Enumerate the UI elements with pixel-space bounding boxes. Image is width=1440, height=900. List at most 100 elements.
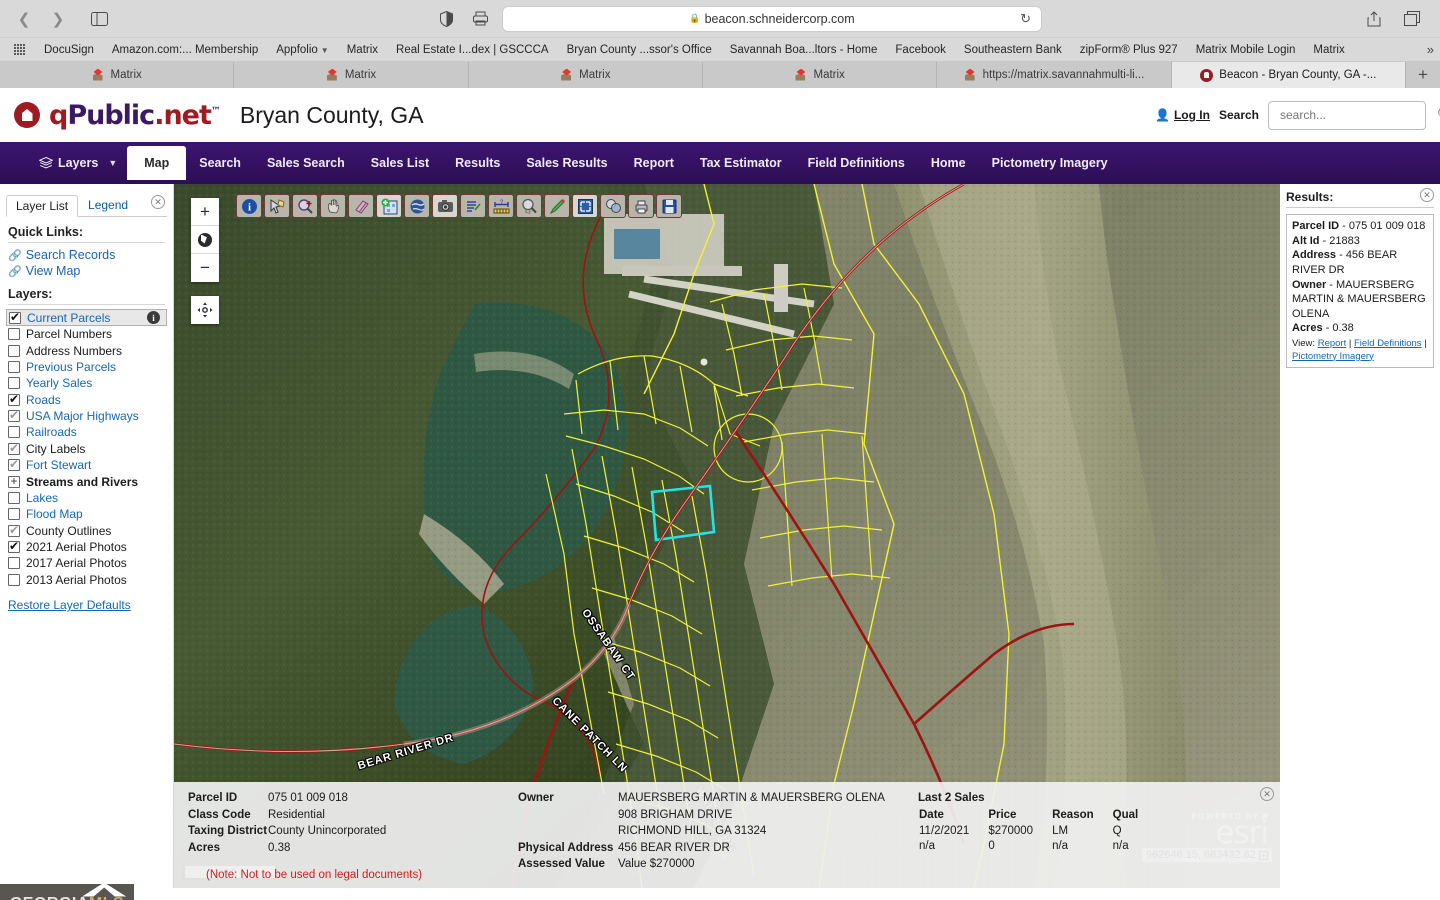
- layer-checkbox[interactable]: [8, 491, 20, 504]
- reload-icon[interactable]: ↻: [1020, 11, 1031, 27]
- layer-checkbox[interactable]: [8, 328, 20, 341]
- layer-item-roads[interactable]: Roads: [0, 392, 173, 408]
- layer-item-fort-stewart[interactable]: Fort Stewart: [0, 457, 173, 473]
- layer-item-lakes[interactable]: Lakes: [0, 490, 173, 506]
- bookmark-facebook[interactable]: Facebook: [886, 44, 955, 56]
- layer-item-flood-map[interactable]: Flood Map: [0, 506, 173, 522]
- layer-checkbox[interactable]: [8, 392, 20, 406]
- home-extent-button[interactable]: [191, 226, 219, 254]
- layer-item-yearly-sales[interactable]: Yearly Sales: [0, 375, 173, 391]
- apps-grid-icon[interactable]: [14, 44, 25, 55]
- browser-tab-3[interactable]: Matrix: [468, 62, 703, 88]
- bookmark-matrix-mobile-login[interactable]: Matrix Mobile Login: [1187, 44, 1305, 56]
- bookmarks-overflow-icon[interactable]: »: [1427, 42, 1434, 57]
- nav-item-search[interactable]: Search: [186, 142, 254, 184]
- address-bar[interactable]: 🔒 beacon.schneidercorp.com ↻: [502, 5, 1042, 32]
- legend-list-icon[interactable]: [460, 194, 486, 218]
- zoom-out-button[interactable]: −: [191, 254, 219, 282]
- layer-checkbox[interactable]: [8, 360, 20, 373]
- layer-checkbox[interactable]: [8, 457, 20, 472]
- layer-item-2017-aerial-photos[interactable]: 2017 Aerial Photos: [0, 555, 173, 571]
- select-features-icon[interactable]: [264, 194, 290, 218]
- zoom-in-tool-icon[interactable]: [292, 194, 318, 218]
- restore-layer-defaults-link[interactable]: Restore Layer Defaults: [0, 588, 173, 612]
- bookmark-amazon[interactable]: Amazon.com:... Membership: [103, 44, 267, 56]
- quick-link-view-map[interactable]: 🔗 View Map: [0, 263, 173, 279]
- layer-item-2021-aerial-photos[interactable]: 2021 Aerial Photos: [0, 539, 173, 555]
- basemap-globe-icon[interactable]: [404, 194, 430, 218]
- identify-info-icon[interactable]: i: [236, 194, 262, 218]
- back-arrow-icon[interactable]: ❮: [10, 6, 38, 32]
- bookmark-savannah-realtors[interactable]: Savannah Boa...ltors - Home: [721, 44, 887, 56]
- eraser-clear-icon[interactable]: [348, 194, 374, 218]
- browser-tab-5[interactable]: https://matrix.savannahmulti-li...: [937, 62, 1172, 88]
- layer-item-city-labels[interactable]: City Labels: [0, 441, 173, 457]
- nav-item-sales-list[interactable]: Sales List: [358, 142, 442, 184]
- nav-item-pictometry-imagery[interactable]: Pictometry Imagery: [979, 142, 1121, 184]
- layer-checkbox[interactable]: [8, 408, 20, 423]
- bookmark-zipform[interactable]: zipForm® Plus 927: [1071, 44, 1187, 56]
- layer-item-current-parcels[interactable]: Current Parcels i: [6, 309, 167, 326]
- result-link-pictometry-imagery[interactable]: Pictometry Imagery: [1292, 351, 1374, 362]
- close-icon[interactable]: ✕: [151, 195, 165, 209]
- forward-arrow-icon[interactable]: ❯: [44, 6, 72, 32]
- close-icon[interactable]: ✕: [1420, 188, 1434, 202]
- nav-item-sales-search[interactable]: Sales Search: [254, 142, 358, 184]
- layer-checkbox[interactable]: [8, 523, 20, 537]
- login-link[interactable]: 👤 Log In: [1155, 108, 1210, 122]
- bookmark-matrix-2[interactable]: Matrix: [1304, 44, 1353, 56]
- pan-hand-icon[interactable]: [320, 194, 346, 218]
- zoom-in-button[interactable]: +: [191, 198, 219, 226]
- print-map-icon[interactable]: [628, 194, 654, 218]
- nav-item-tax-estimator[interactable]: Tax Estimator: [687, 142, 795, 184]
- pan-control-button[interactable]: [191, 296, 219, 324]
- close-icon[interactable]: ✕: [1260, 787, 1274, 801]
- layer-item-previous-parcels[interactable]: Previous Parcels: [0, 359, 173, 375]
- save-map-icon[interactable]: [656, 194, 682, 218]
- layer-checkbox[interactable]: [8, 573, 20, 586]
- bookmark-bryan-county-assessor[interactable]: Bryan County ...ssor's Office: [558, 44, 721, 56]
- draw-markup-icon[interactable]: [544, 194, 570, 218]
- measure-tool-icon[interactable]: ?: [488, 194, 514, 218]
- result-link-field-definitions[interactable]: Field Definitions: [1354, 338, 1422, 349]
- layer-checkbox[interactable]: [8, 539, 20, 554]
- new-tab-button[interactable]: +: [1405, 62, 1440, 88]
- layer-checkbox[interactable]: [8, 377, 20, 390]
- bookmark-docusign[interactable]: DocuSign: [35, 44, 103, 56]
- browser-tab-2[interactable]: Matrix: [234, 62, 469, 88]
- nav-layers-button[interactable]: Layers: [26, 142, 102, 184]
- nav-item-field-definitions[interactable]: Field Definitions: [795, 142, 918, 184]
- print-icon[interactable]: [468, 7, 492, 31]
- info-icon[interactable]: i: [147, 311, 160, 324]
- privacy-shield-icon[interactable]: [434, 7, 458, 31]
- add-layer-icon[interactable]: [376, 194, 402, 218]
- layer-item-streams-and-rivers[interactable]: Streams and Rivers: [0, 473, 173, 489]
- share-icon[interactable]: [1362, 7, 1386, 31]
- layer-item-address-numbers[interactable]: Address Numbers: [0, 342, 173, 358]
- buffer-select-icon[interactable]: [600, 194, 626, 218]
- bookmark-matrix-1[interactable]: Matrix: [338, 44, 387, 56]
- nav-item-results[interactable]: Results: [442, 142, 513, 184]
- expand-icon[interactable]: [8, 474, 20, 488]
- nav-item-report[interactable]: Report: [621, 142, 687, 184]
- browser-tab-1[interactable]: Matrix: [0, 62, 235, 88]
- layer-checkbox[interactable]: [8, 508, 20, 521]
- zoom-query-icon[interactable]: x,y: [516, 194, 542, 218]
- nav-layers-chevron-down-icon[interactable]: ▼: [102, 142, 127, 184]
- layer-checkbox[interactable]: [8, 426, 20, 439]
- camera-imagery-icon[interactable]: [432, 194, 458, 218]
- layer-checkbox[interactable]: [8, 557, 20, 570]
- bookmark-southeastern-bank[interactable]: Southeastern Bank: [955, 44, 1071, 56]
- result-card[interactable]: Parcel ID - 075 01 009 018 Alt Id - 2188…: [1286, 214, 1434, 369]
- bookmark-appfolio[interactable]: Appfolio ▼: [267, 44, 337, 56]
- tab-overview-icon[interactable]: [1400, 7, 1424, 31]
- tab-layer-list[interactable]: Layer List: [6, 195, 79, 217]
- browser-tab-6-beacon[interactable]: Beacon - Bryan County, GA -...: [1171, 62, 1406, 88]
- layer-checkbox[interactable]: [9, 310, 21, 324]
- layer-item-2013-aerial-photos[interactable]: 2013 Aerial Photos: [0, 572, 173, 588]
- full-extent-icon[interactable]: [572, 194, 598, 218]
- search-box[interactable]: 🔍: [1268, 100, 1440, 130]
- nav-item-map[interactable]: Map: [127, 146, 187, 180]
- layer-item-usa-major-highways[interactable]: USA Major Highways: [0, 408, 173, 424]
- layer-item-parcel-numbers[interactable]: Parcel Numbers: [0, 326, 173, 342]
